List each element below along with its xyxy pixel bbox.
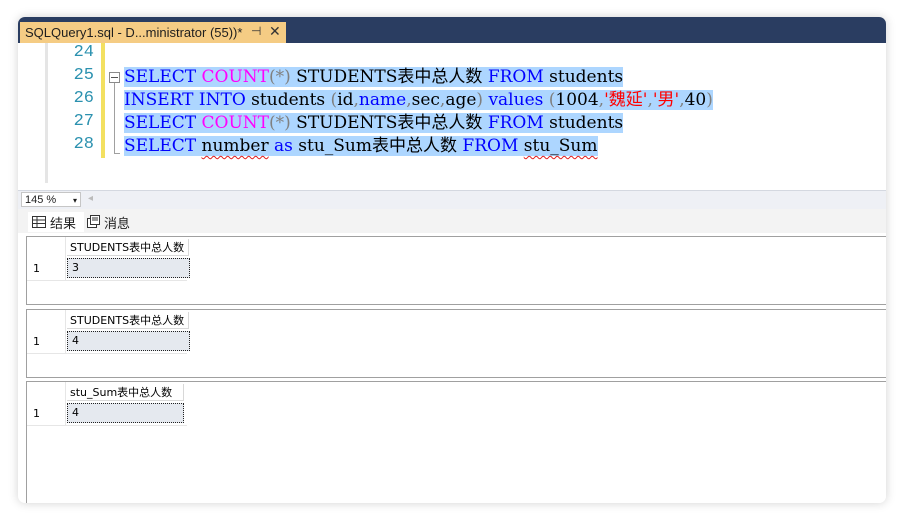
editor-status-bar: 145 % ▾ ◂ xyxy=(18,190,886,209)
result-cell[interactable]: 4 xyxy=(67,331,190,351)
code-token: (*) xyxy=(269,113,291,133)
line-number: 24 xyxy=(73,43,94,62)
pin-icon[interactable]: ⊣ xyxy=(251,24,261,38)
code-line[interactable]: SELECT COUNT(*) STUDENTS表中总人数 FROM stude… xyxy=(124,66,624,89)
code-token: values xyxy=(488,90,544,110)
scroll-left-icon[interactable]: ◂ xyxy=(88,193,93,204)
fold-guide xyxy=(114,83,115,154)
sql-editor[interactable]: 24 25 26 27 28 SELECT COUNT(*) STUDENTS表… xyxy=(18,43,886,199)
code-token: ) xyxy=(706,90,713,110)
code-token: '男' xyxy=(652,90,680,110)
code-line[interactable]: INSERT INTO students (id,name,sec,age) v… xyxy=(124,89,713,112)
row-number: 1 xyxy=(33,262,40,275)
code-token: (*) xyxy=(269,67,291,87)
code-token: id xyxy=(337,90,354,110)
change-marker xyxy=(101,89,105,112)
change-marker xyxy=(101,43,105,66)
code-token: COUNT xyxy=(201,67,270,87)
tab-results-label: 结果 xyxy=(50,215,77,231)
code-token: stu_Sum表中总人数 xyxy=(292,136,463,156)
code-token: stu_Sum xyxy=(523,136,598,156)
row-divider xyxy=(27,280,187,281)
code-token: students xyxy=(543,113,624,133)
grid-icon xyxy=(32,216,46,228)
result-cell[interactable]: 3 xyxy=(67,258,190,278)
tab-results[interactable]: 结果 xyxy=(28,212,84,232)
code-token: INSERT xyxy=(124,90,194,110)
results-tab-bar: 结果 消息 xyxy=(18,209,886,233)
column-header[interactable]: STUDENTS表中总人数 xyxy=(67,312,189,329)
result-cell[interactable]: 4 xyxy=(67,403,184,423)
code-token: STUDENTS表中总人数 xyxy=(290,67,488,87)
collapse-icon[interactable] xyxy=(109,72,120,83)
change-marker xyxy=(101,112,105,135)
document-tab[interactable]: SQLQuery1.sql - D...ministrator (55))* ⊣… xyxy=(20,22,286,43)
ssms-window: SQLQuery1.sql - D...ministrator (55))* ⊣… xyxy=(18,17,886,503)
code-token: SELECT xyxy=(124,113,197,133)
gutter-margin xyxy=(45,43,48,183)
code-token: number xyxy=(201,136,269,156)
code-token: students xyxy=(543,67,624,87)
tab-messages-label: 消息 xyxy=(104,215,131,231)
result-grid[interactable]: STUDENTS表中总人数 1 4 xyxy=(26,309,886,378)
code-line[interactable]: SELECT COUNT(*) STUDENTS表中总人数 FROM stude… xyxy=(124,112,624,135)
zoom-dropdown[interactable]: 145 % ▾ xyxy=(21,192,81,207)
column-header[interactable]: stu_Sum表中总人数 xyxy=(67,384,184,401)
code-line[interactable]: SELECT number as stu_Sum表中总人数 FROM stu_S… xyxy=(124,135,598,158)
line-number: 28 xyxy=(73,135,94,154)
line-number: 25 xyxy=(73,66,94,85)
fold-guide-end xyxy=(114,153,120,154)
close-icon[interactable]: ✕ xyxy=(269,23,281,40)
row-number: 1 xyxy=(33,407,40,420)
code-token: INTO xyxy=(198,90,246,110)
code-token: STUDENTS表中总人数 xyxy=(290,113,488,133)
change-marker xyxy=(101,135,105,158)
document-tab-strip: SQLQuery1.sql - D...ministrator (55))* ⊣… xyxy=(18,17,886,43)
line-number: 26 xyxy=(73,89,94,108)
code-token: SELECT xyxy=(124,67,197,87)
message-icon xyxy=(87,215,100,228)
row-divider xyxy=(27,353,187,354)
row-divider xyxy=(27,425,187,426)
row-header-divider xyxy=(65,237,66,281)
document-tab-title: SQLQuery1.sql - D...ministrator (55))* xyxy=(25,25,243,40)
column-header[interactable]: STUDENTS表中总人数 xyxy=(67,239,189,256)
code-token: FROM xyxy=(487,67,544,87)
chevron-down-icon: ▾ xyxy=(72,196,77,205)
line-number: 27 xyxy=(73,112,94,131)
selected-text: SELECT number as stu_Sum表中总人数 FROM stu_S… xyxy=(124,136,598,156)
zoom-value: 145 % xyxy=(25,194,57,206)
row-number: 1 xyxy=(33,335,40,348)
selected-text: INSERT INTO students (id,name,sec,age) v… xyxy=(124,90,713,110)
code-token: name xyxy=(358,90,407,110)
code-token: COUNT xyxy=(201,113,270,133)
selected-text: SELECT COUNT(*) STUDENTS表中总人数 FROM stude… xyxy=(124,113,624,133)
code-token: 40 xyxy=(684,90,707,110)
code-token: '魏延' xyxy=(604,90,648,110)
code-token: students xyxy=(245,90,331,110)
row-header-divider xyxy=(65,382,66,426)
code-token: 1004 xyxy=(555,90,599,110)
result-grid[interactable]: STUDENTS表中总人数 1 3 xyxy=(26,236,886,305)
selected-text: SELECT COUNT(*) STUDENTS表中总人数 FROM stude… xyxy=(124,67,624,87)
code-token: age xyxy=(445,90,477,110)
code-token: SELECT xyxy=(124,136,197,156)
code-token: sec xyxy=(411,90,440,110)
code-token: FROM xyxy=(487,113,544,133)
row-header-divider xyxy=(65,310,66,354)
result-grid[interactable]: stu_Sum表中总人数 1 4 xyxy=(26,381,886,503)
code-token: FROM xyxy=(462,136,519,156)
tab-messages[interactable]: 消息 xyxy=(86,212,130,232)
code-token: as xyxy=(274,136,293,156)
change-marker xyxy=(101,66,105,89)
